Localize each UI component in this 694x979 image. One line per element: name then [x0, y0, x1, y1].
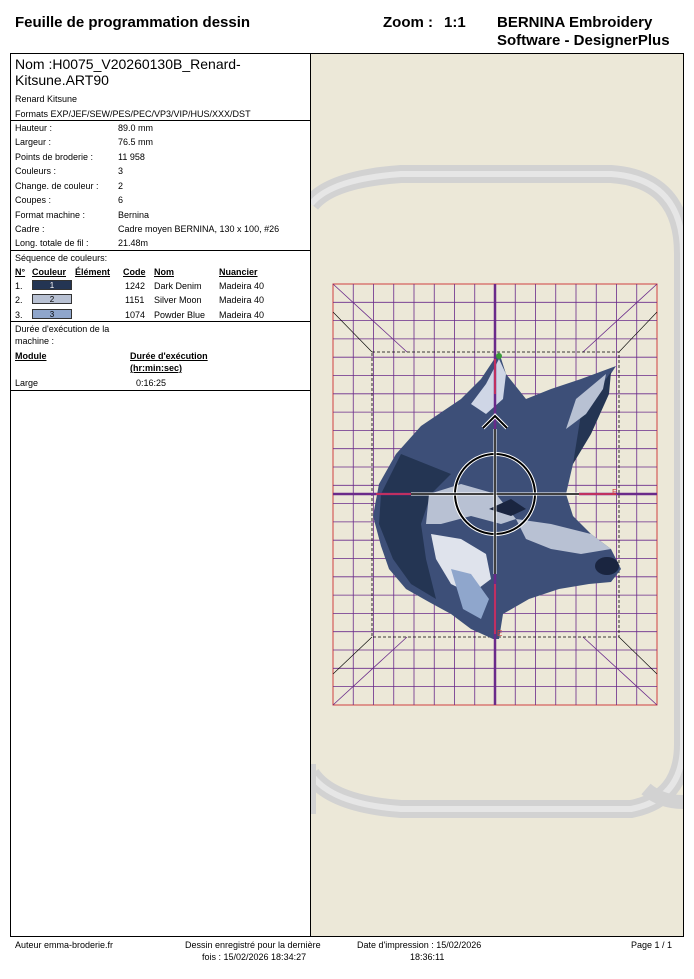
col-chart-header: Nuancier [219, 267, 258, 277]
footer-printed-line-2: 18:36:11 [410, 952, 445, 962]
col-num-header: N° [15, 267, 26, 277]
color-row-chart: Madeira 40 [219, 281, 265, 291]
spec-label-colors: Couleurs : [15, 166, 57, 176]
design-formats: Formats EXP/JEF/SEW/PES/PEC/VP3/VIP/HUS/… [15, 109, 251, 119]
design-name-line-2: Kitsune.ART90 [15, 72, 109, 88]
runtime-duration-unit: (hr:min:sec) [130, 363, 183, 373]
brand-line-1: BERNINA Embroidery [497, 14, 653, 31]
divider [10, 321, 310, 322]
spec-label-machine: Format machine : [15, 210, 86, 220]
info-panel: Nom :H0075_V20260130B_Renard- Kitsune.AR… [10, 53, 311, 937]
spec-value-machine: Bernina [118, 210, 150, 220]
spec-value-colors: 3 [118, 166, 124, 176]
footer-saved-line-2: fois : 15/02/2026 18:34:27 [202, 952, 307, 962]
spec-value-color-changes: 2 [118, 181, 124, 191]
color-row-name: Silver Moon [154, 295, 202, 305]
runtime-title-line-2: machine : [15, 336, 55, 346]
footer-saved-line-1: Dessin enregistré pour la dernière [185, 940, 321, 950]
spec-value-trims: 6 [118, 195, 124, 205]
color-row-name: Powder Blue [154, 310, 206, 320]
col-name-header: Nom [154, 267, 174, 277]
spec-value-hoop: Cadre moyen BERNINA, 130 x 100, #26 [118, 224, 280, 234]
spec-label-trims: Coupes : [15, 195, 52, 205]
design-preview: E E [303, 54, 692, 936]
color-row-code: 1074 [125, 310, 146, 320]
runtime-duration: 0:16:25 [136, 378, 167, 388]
color-row-name: Dark Denim [154, 281, 202, 291]
spec-label-width: Largeur : [15, 137, 52, 147]
spec-label-stitches: Points de broderie : [15, 152, 94, 162]
divider [10, 250, 310, 251]
color-row-chart: Madeira 40 [219, 310, 265, 320]
sheet-title: Feuille de programmation dessin [15, 14, 251, 31]
runtime-title-line-1: Durée d'exécution de la [15, 324, 110, 334]
design-name-line-1: Nom :H0075_V20260130B_Renard- [15, 56, 241, 72]
divider [10, 390, 310, 391]
runtime-module-header: Module [15, 351, 47, 361]
brand-line-2: Software - DesignerPlus [497, 32, 670, 49]
color-row-code: 1242 [125, 281, 146, 291]
footer-page: Page 1 / 1 [631, 940, 673, 950]
footer-printed-line-1: Date d'impression : 15/02/2026 [357, 940, 482, 950]
spec-value-stitches: 11 958 [118, 152, 145, 162]
zoom-value: 1:1 [444, 14, 466, 31]
footer-author: Auteur emma-broderie.fr [15, 940, 114, 950]
design-description: Renard Kitsune [15, 94, 78, 104]
hoop-preview-svg: E E [303, 165, 692, 818]
color-swatch: 2 [32, 294, 72, 304]
spec-label-hoop: Cadre : [15, 224, 45, 234]
grid-letter-right: E [612, 488, 617, 497]
color-row-num: 2. [15, 295, 23, 305]
col-code-header: Code [123, 267, 146, 277]
color-row-code: 1151 [125, 295, 145, 305]
spec-label-thread-length: Long. totale de fil : [15, 238, 89, 248]
start-marker [496, 353, 502, 359]
zoom-label: Zoom : [383, 14, 433, 31]
color-sequence-title: Séquence de couleurs: [15, 253, 108, 263]
spec-label-color-changes: Change. de couleur : [15, 181, 99, 191]
grid-letter-bottom: E [497, 629, 502, 638]
spec-value-thread-length: 21.48m [118, 238, 149, 248]
spec-value-width: 76.5 mm [118, 137, 154, 147]
col-element-header: Élément [75, 267, 111, 277]
runtime-duration-header: Durée d'exécution [130, 351, 208, 361]
brand: BERNINA Embroidery Software - DesignerPl… [497, 14, 670, 50]
divider [10, 120, 310, 121]
runtime-module: Large [15, 378, 39, 388]
color-swatch: 3 [32, 309, 72, 319]
color-row-num: 1. [15, 281, 23, 291]
col-color-header: Couleur [32, 267, 67, 277]
color-swatch: 1 [32, 280, 72, 290]
spec-value-height: 89.0 mm [118, 123, 154, 133]
spec-label-height: Hauteur : [15, 123, 53, 133]
color-row-num: 3. [15, 310, 23, 320]
color-row-chart: Madeira 40 [219, 295, 265, 305]
